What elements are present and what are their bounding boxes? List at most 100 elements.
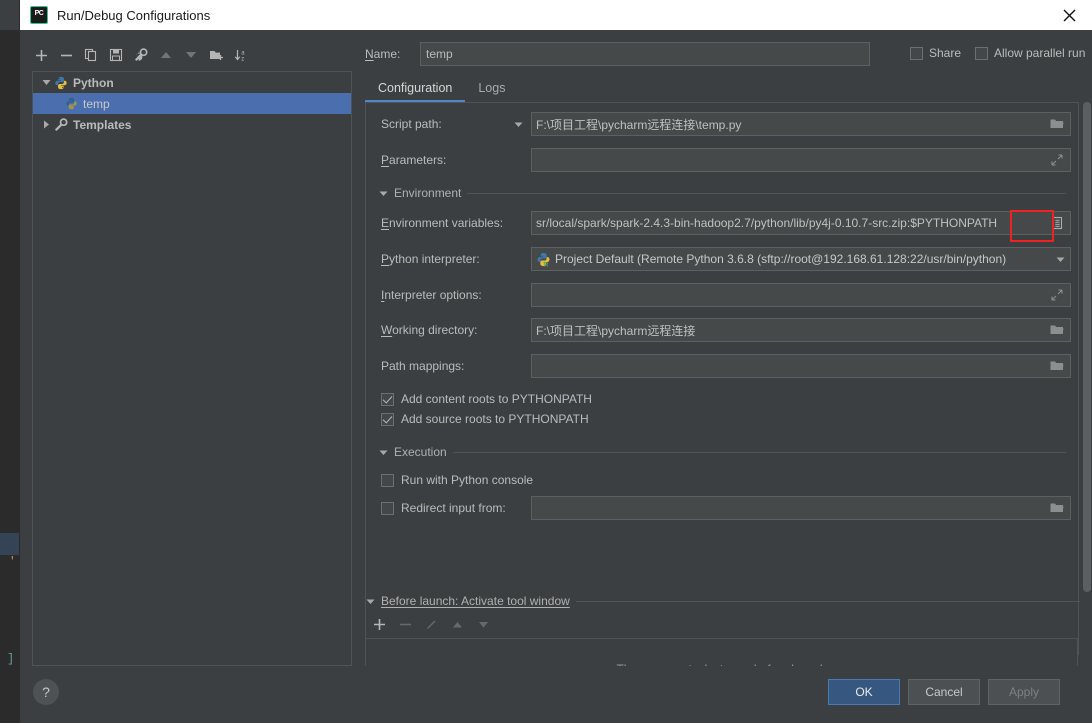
name-label: Name: bbox=[365, 47, 401, 61]
environment-variables-field[interactable]: sr/local/spark/spark-2.4.3-bin-hadoop2.7… bbox=[531, 211, 1071, 235]
chevron-right-icon[interactable] bbox=[39, 118, 53, 132]
form-scrollbar[interactable] bbox=[1082, 102, 1092, 655]
share-label: Share bbox=[929, 46, 962, 60]
add-configuration-button[interactable] bbox=[30, 44, 52, 66]
tree-item-label: Templates bbox=[73, 117, 132, 132]
cancel-button[interactable]: Cancel bbox=[908, 679, 980, 705]
save-configuration-button[interactable] bbox=[105, 44, 127, 66]
ok-button[interactable]: OK bbox=[828, 679, 900, 705]
environment-group-header[interactable]: Environment bbox=[378, 185, 1066, 201]
tree-item-label: temp bbox=[83, 96, 110, 111]
share-checkbox-box[interactable] bbox=[910, 46, 923, 60]
dialog-title: Run/Debug Configurations bbox=[57, 7, 211, 23]
remove-configuration-button[interactable] bbox=[55, 44, 77, 66]
remote-python-icon: R bbox=[536, 252, 551, 267]
chevron-down-icon[interactable] bbox=[378, 448, 388, 457]
edit-templates-button[interactable] bbox=[130, 44, 152, 66]
name-input[interactable] bbox=[420, 42, 870, 66]
chevron-down-icon[interactable] bbox=[1052, 255, 1068, 264]
python-interpreter-value: Project Default (Remote Python 3.6.8 (sf… bbox=[555, 252, 1007, 266]
path-mappings-row: Path mappings: bbox=[366, 354, 1071, 378]
editor-tabs: Configuration Logs bbox=[365, 74, 1092, 102]
chevron-down-icon[interactable] bbox=[365, 597, 375, 606]
add-source-roots-checkbox[interactable]: Add source roots to PYTHONPATH bbox=[381, 409, 589, 429]
expand-diagonal-icon[interactable] bbox=[1048, 150, 1066, 170]
parameters-row: Parameters: bbox=[366, 148, 1071, 172]
interpreter-options-label: Interpreter options: bbox=[381, 288, 482, 302]
folder-icon[interactable] bbox=[1048, 498, 1066, 518]
before-launch-header[interactable]: Before launch: Activate tool window bbox=[365, 593, 1080, 609]
chevron-down-icon[interactable] bbox=[511, 117, 525, 131]
form-scrollbar-thumb[interactable] bbox=[1083, 102, 1091, 592]
python-icon bbox=[53, 75, 69, 91]
allow-parallel-run-checkbox-box[interactable] bbox=[975, 46, 988, 60]
parameters-field[interactable] bbox=[531, 148, 1071, 172]
copy-configuration-button[interactable] bbox=[80, 44, 102, 66]
folder-icon[interactable] bbox=[1048, 356, 1066, 376]
chevron-down-icon[interactable] bbox=[378, 189, 388, 198]
script-path-value: F:\项目工程\pycharm远程连接\temp.py bbox=[536, 117, 742, 132]
execution-group-title: Execution bbox=[394, 445, 447, 459]
redirect-input-label: Redirect input from: bbox=[401, 501, 506, 515]
help-button[interactable]: ? bbox=[33, 679, 59, 705]
run-with-python-console-label: Run with Python console bbox=[401, 473, 534, 487]
dialog-titlebar: Run/Debug Configurations bbox=[20, 0, 1092, 30]
python-interpreter-combo[interactable]: R Project Default (Remote Python 3.6.8 (… bbox=[531, 247, 1071, 271]
list-edit-icon[interactable] bbox=[1048, 213, 1066, 233]
run-with-python-console-checkbox-box[interactable] bbox=[381, 473, 394, 487]
redirect-input-checkbox[interactable]: Redirect input from: bbox=[381, 498, 506, 518]
execution-group-header[interactable]: Execution bbox=[378, 444, 1066, 460]
folder-icon[interactable] bbox=[1048, 320, 1066, 340]
add-content-roots-label: Add content roots to PYTHONPATH bbox=[401, 392, 592, 406]
before-launch-toolbar bbox=[368, 613, 494, 635]
tree-item-python[interactable]: Python bbox=[33, 72, 351, 93]
tree-item-label: Python bbox=[73, 75, 114, 90]
environment-variables-row: Environment variables: sr/local/spark/sp… bbox=[366, 211, 1071, 235]
new-folder-icon[interactable] bbox=[205, 44, 227, 66]
group-divider bbox=[575, 600, 1080, 602]
tab-logs[interactable]: Logs bbox=[465, 81, 518, 102]
working-directory-row: Working directory: F:\项目工程\pycharm远程连接 bbox=[366, 318, 1071, 342]
python-file-icon bbox=[63, 96, 79, 112]
add-content-roots-checkbox[interactable]: Add content roots to PYTHONPATH bbox=[381, 389, 592, 409]
add-content-roots-checkbox-box[interactable] bbox=[381, 392, 394, 406]
script-path-field[interactable]: F:\项目工程\pycharm远程连接\temp.py bbox=[531, 112, 1071, 136]
share-checkbox[interactable]: Share bbox=[910, 46, 961, 60]
chevron-down-icon[interactable] bbox=[39, 76, 53, 90]
python-interpreter-row: Python interpreter: R Project Default (R… bbox=[366, 247, 1071, 271]
pencil-icon[interactable] bbox=[420, 613, 442, 635]
add-source-roots-checkbox-box[interactable] bbox=[381, 412, 394, 426]
add-task-button[interactable] bbox=[368, 613, 390, 635]
task-move-up-button[interactable] bbox=[446, 613, 468, 635]
path-mappings-field[interactable] bbox=[531, 354, 1071, 378]
interpreter-options-field[interactable] bbox=[531, 283, 1071, 307]
folder-icon[interactable] bbox=[1048, 114, 1066, 134]
add-source-roots-label: Add source roots to PYTHONPATH bbox=[401, 412, 589, 426]
redirect-input-checkbox-box[interactable] bbox=[381, 501, 394, 515]
environment-group-title: Environment bbox=[394, 186, 462, 200]
configuration-form-panel: Script path: F:\项目工程\pycharm远程连接\temp.py bbox=[365, 102, 1079, 655]
tree-item-temp[interactable]: temp bbox=[33, 93, 351, 114]
editor-selected-line bbox=[0, 533, 20, 555]
allow-parallel-run-checkbox[interactable]: Allow parallel run bbox=[975, 46, 1085, 60]
run-with-python-console-checkbox[interactable]: Run with Python console bbox=[381, 470, 533, 490]
working-directory-field[interactable]: F:\项目工程\pycharm远程连接 bbox=[531, 318, 1071, 342]
move-down-button[interactable] bbox=[180, 44, 202, 66]
script-path-row: Script path: F:\项目工程\pycharm远程连接\temp.py bbox=[366, 112, 1071, 136]
wrench-icon bbox=[53, 117, 69, 133]
apply-button[interactable]: Apply bbox=[988, 679, 1060, 705]
configurations-tree[interactable]: Python temp Templates bbox=[32, 71, 352, 666]
tab-configuration[interactable]: Configuration bbox=[365, 81, 466, 102]
script-path-label: Script path: bbox=[381, 117, 442, 131]
tree-item-templates[interactable]: Templates bbox=[33, 114, 351, 135]
name-row: Name: Share Allow parallel run bbox=[365, 42, 1092, 66]
expand-diagonal-icon[interactable] bbox=[1048, 285, 1066, 305]
redirect-input-field[interactable] bbox=[531, 496, 1071, 520]
close-icon[interactable] bbox=[1046, 0, 1092, 30]
move-up-button[interactable] bbox=[155, 44, 177, 66]
remove-task-button[interactable] bbox=[394, 613, 416, 635]
sort-az-icon[interactable]: a z bbox=[230, 44, 252, 66]
configurations-toolbar: a z bbox=[25, 42, 350, 68]
environment-variables-value: sr/local/spark/spark-2.4.3-bin-hadoop2.7… bbox=[536, 216, 998, 230]
task-move-down-button[interactable] bbox=[472, 613, 494, 635]
